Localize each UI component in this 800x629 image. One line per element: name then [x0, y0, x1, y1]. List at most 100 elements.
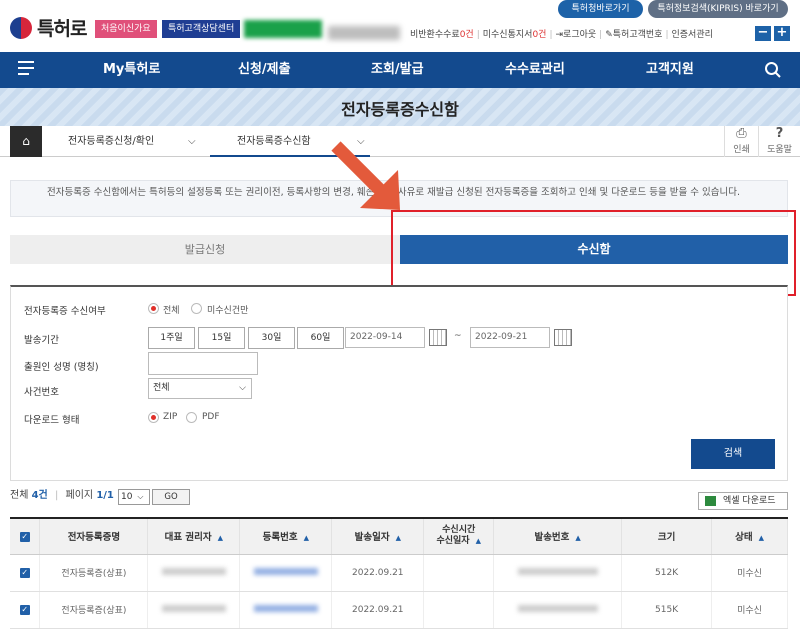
kipo-link[interactable]: 특허청바로가기 — [558, 0, 643, 18]
nav-item-apply[interactable]: 신청/제출 — [238, 52, 291, 88]
sort-icon: ▲ — [758, 534, 764, 543]
reg-no-link[interactable] — [239, 554, 333, 592]
excel-icon — [705, 496, 716, 506]
unreceived-count: 0건 — [532, 30, 547, 40]
period-15days-button[interactable]: 15일 — [198, 327, 245, 349]
total-count: 4건 — [31, 490, 48, 501]
zoom-out-button[interactable]: − — [755, 26, 771, 41]
sort-icon: ▲ — [575, 534, 581, 543]
chevron-down-icon: ⌵ — [188, 136, 196, 147]
excel-download-button[interactable]: 엑셀 다운로드 — [698, 492, 788, 510]
col-send-no[interactable]: 발송번호 ▲ — [493, 517, 623, 555]
print-label: 인쇄 — [733, 145, 750, 155]
select-all-checkbox[interactable]: ✓ — [10, 517, 41, 555]
col-holder[interactable]: 대표 권리자 ▲ — [147, 517, 241, 555]
cert-name-cell: 전자등록증(상표) — [39, 591, 149, 629]
col-status[interactable]: 상태 ▲ — [711, 517, 788, 555]
cert-name-cell: 전자등록증(상표) — [39, 554, 149, 592]
radio-all-label: 전체 — [163, 306, 180, 316]
excel-download-label: 엑셀 다운로드 — [723, 496, 776, 506]
refund-count: 0건 — [459, 30, 474, 40]
search-button[interactable]: 검색 — [691, 439, 775, 469]
zoom-in-button[interactable]: + — [774, 26, 790, 41]
col-cert-name: 전자등록증명 — [39, 517, 149, 555]
rows-per-page-value: 10 — [121, 492, 133, 502]
row-checkbox[interactable]: ✓ — [10, 554, 41, 592]
sort-icon: ▲ — [217, 534, 224, 543]
status-cell: 미수신 — [711, 554, 788, 592]
date-to-input[interactable]: 2022-09-21 — [470, 327, 550, 348]
redacted-user-button[interactable] — [244, 20, 322, 38]
send-no-cell — [493, 591, 623, 629]
radio-unreceived-label: 미수신건만 — [207, 306, 249, 316]
logout-link[interactable]: 로그아웃 — [563, 30, 596, 40]
radio-zip-label: ZIP — [163, 412, 178, 422]
help-button[interactable]: ? 도움말 — [758, 126, 800, 157]
period-1week-button[interactable]: 1주일 — [148, 327, 195, 349]
breadcrumb-level2-label: 전자등록증수신함 — [237, 136, 311, 147]
taegeuk-logo-icon — [10, 16, 32, 39]
page-title: 전자등록증수신함 — [341, 100, 459, 119]
highlight-box — [391, 210, 796, 296]
date-from-input[interactable]: 2022-09-14 — [345, 327, 425, 348]
nav-item-support[interactable]: 고객지원 — [646, 52, 694, 88]
customer-number-link[interactable]: 특허고객번호 — [613, 30, 663, 40]
refund-link[interactable]: 비반환수수료 — [410, 30, 460, 40]
nav-item-my[interactable]: My특허로 — [103, 52, 160, 88]
tab-issue[interactable]: 발급신청 — [10, 235, 400, 264]
page-indicator: 1/1 — [96, 490, 114, 501]
row-checkbox[interactable]: ✓ — [10, 591, 41, 629]
chevron-down-icon: ⌵ — [137, 492, 144, 501]
nav-item-fee[interactable]: 수수료관리 — [505, 52, 565, 88]
main-nav: My특허로 신청/제출 조회/발급 수수료관리 고객지원 — [0, 52, 800, 88]
go-button[interactable]: GO — [152, 489, 190, 505]
radio-unreceived[interactable] — [191, 303, 202, 314]
sort-icon: ▲ — [475, 537, 481, 546]
size-cell: 515K — [621, 591, 713, 629]
print-button[interactable]: ⎙ 인쇄 — [724, 126, 758, 157]
receive-time-cell — [423, 591, 495, 629]
table-row: ✓ 전자등록증(상표) 2022.09.21 512K 미수신 — [10, 554, 788, 592]
kipris-link[interactable]: 특허정보검색(KIPRIS) 바로가기 — [648, 0, 788, 18]
applicant-name-input[interactable] — [148, 352, 258, 375]
calendar-icon[interactable] — [429, 329, 447, 346]
home-icon[interactable]: ⌂ — [10, 126, 42, 157]
redacted-user-name — [328, 26, 400, 40]
total-label: 전체 — [10, 490, 29, 501]
nav-item-inquiry[interactable]: 조회/발급 — [371, 52, 424, 88]
customer-center-button[interactable]: 특허고객상담센터 — [162, 20, 241, 38]
result-summary: 전체 4건 | 페이지 1/1 — [10, 490, 114, 501]
col-send-date[interactable]: 발송일자 ▲ — [331, 517, 425, 555]
printer-icon: ⎙ — [736, 126, 747, 141]
calendar-icon[interactable] — [554, 329, 572, 346]
all-menu-icon[interactable] — [18, 61, 38, 79]
radio-pdf[interactable] — [186, 412, 197, 423]
holder-cell — [147, 591, 241, 629]
radio-all[interactable] — [148, 303, 159, 314]
first-visit-button[interactable]: 처음이신가요 — [95, 20, 157, 38]
download-label: 다운로드 형태 — [24, 415, 80, 426]
receive-label: 전자등록증 수신여부 — [24, 306, 106, 317]
pencil-icon: ✎ — [605, 30, 613, 40]
radio-zip[interactable] — [148, 412, 159, 423]
period-30days-button[interactable]: 30일 — [248, 327, 295, 349]
period-60days-button[interactable]: 60일 — [297, 327, 344, 349]
reg-no-link[interactable] — [239, 591, 333, 629]
breadcrumb-level1-label: 전자등록증신청/확인 — [68, 136, 155, 147]
page-label: 페이지 — [65, 490, 94, 501]
unreceived-link[interactable]: 미수신통지서 — [483, 30, 533, 40]
site-logo[interactable]: 특허로 — [10, 14, 87, 41]
search-icon[interactable] — [764, 61, 782, 79]
rows-per-page-select[interactable]: 10 ⌵ — [118, 489, 150, 505]
col-receive-time[interactable]: 수신시간 수신일자 ▲ — [423, 517, 495, 555]
pointer-arrow-icon — [331, 141, 400, 210]
breadcrumb-level1[interactable]: 전자등록증신청/확인 ⌵ — [68, 126, 208, 157]
question-icon: ? — [775, 126, 784, 141]
cert-manage-link[interactable]: 인증서관리 — [672, 30, 713, 40]
send-no-cell — [493, 554, 623, 592]
col-reg-no[interactable]: 등록번호 ▲ — [239, 517, 333, 555]
case-label: 사건번호 — [24, 387, 59, 398]
date-separator: ~ — [454, 331, 462, 341]
case-number-select[interactable]: 전체 ⌵ — [148, 378, 252, 399]
table-header-row: ✓ 전자등록증명 대표 권리자 ▲ 등록번호 ▲ 발송일자 ▲ 수신시간 수신일자 ▲ … — [10, 517, 788, 555]
